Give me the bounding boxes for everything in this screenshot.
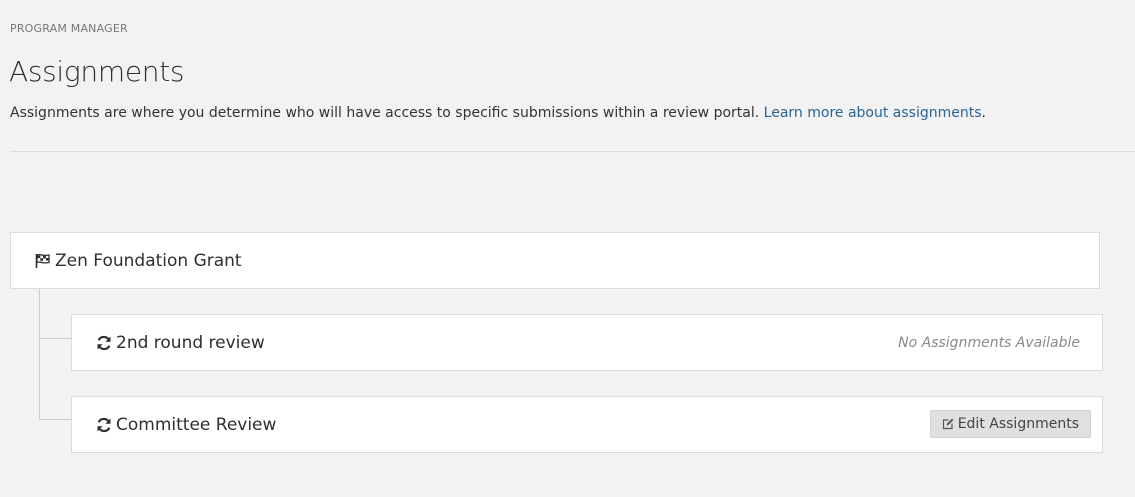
tree-connector-branch <box>39 419 71 420</box>
refresh-icon <box>95 416 113 434</box>
header-divider <box>10 151 1135 152</box>
refresh-icon <box>95 334 113 352</box>
edit-icon <box>942 418 954 430</box>
edit-assignments-button[interactable]: Edit Assignments <box>929 410 1091 438</box>
stage-title: 2nd round review <box>95 315 265 370</box>
stage-name: Committee Review <box>116 414 277 435</box>
tree-connector-branch <box>39 338 71 339</box>
page-description: Assignments are where you determine who … <box>10 105 986 121</box>
stage-title: Committee Review <box>95 397 276 452</box>
program-name: Zen Foundation Grant <box>55 250 242 271</box>
stage-name: 2nd round review <box>116 332 265 353</box>
description-text: Assignments are where you determine who … <box>10 105 764 121</box>
learn-more-link[interactable]: Learn more about assignments <box>764 105 982 121</box>
tree-connector-vertical <box>39 289 40 419</box>
program-card: Zen Foundation Grant <box>10 232 1100 289</box>
description-end: . <box>981 105 986 121</box>
edit-assignments-label: Edit Assignments <box>957 416 1079 432</box>
no-assignments-status: No Assignments Available <box>898 334 1080 351</box>
program-title: Zen Foundation Grant <box>34 233 242 288</box>
review-stage-card: 2nd round review No Assignments Availabl… <box>71 314 1103 371</box>
breadcrumb: PROGRAM MANAGER <box>10 22 128 35</box>
page-title: Assignments <box>9 55 185 88</box>
review-stage-card: Committee Review Edit Assignments <box>71 396 1103 453</box>
flag-checkered-icon <box>34 252 52 270</box>
